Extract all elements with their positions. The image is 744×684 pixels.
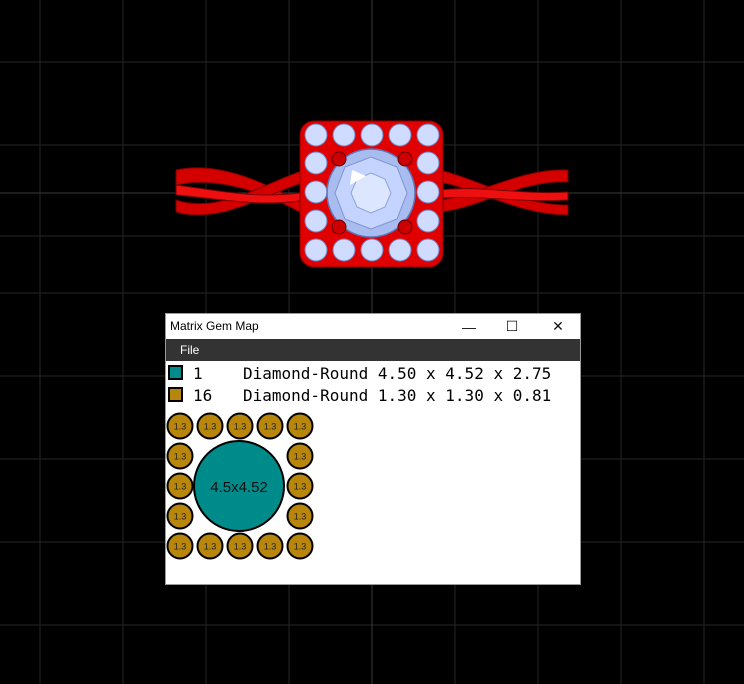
small-gem-label: 1.3 [264,422,277,432]
gem-swatch [168,387,183,402]
minimize-button[interactable]: — [446,314,492,339]
small-gem-label: 1.3 [174,422,187,432]
small-gem-label: 1.3 [264,542,277,552]
gem-swatch [168,365,183,380]
maximize-button[interactable]: ☐ [489,314,535,339]
small-gem-label: 1.3 [174,452,187,462]
gem-count: 1 [193,364,203,383]
gem-count: 16 [193,386,213,405]
small-gem-label: 1.3 [204,542,217,552]
gem-legend-row: 16 Diamond-Round 1.30 x 1.30 x 0.81 [166,386,580,406]
gem-map-diagram: 1.3 1.3 1.3 1.3 1.3 1.3 1.3 1.3 1.3 1.3 1.3 1.3 1.3 1… [166,412,314,560]
small-gem-label: 1.3 [204,422,217,432]
menu-file[interactable]: File [180,343,199,357]
small-gem-label: 1.3 [174,542,187,552]
window-title: Matrix Gem Map [170,319,259,333]
gem-description: Diamond-Round 4.50 x 4.52 x 2.75 [243,364,552,383]
small-gem-label: 1.3 [294,542,307,552]
small-gem-label: 1.3 [174,512,187,522]
gem-description: Diamond-Round 1.30 x 1.30 x 0.81 [243,386,552,405]
small-gem-label: 1.3 [294,512,307,522]
small-gem-label: 1.3 [294,482,307,492]
menu-bar: File [166,339,580,361]
gem-map-window: Matrix Gem Map — ☐ ✕ File 1 Diamond-Roun… [165,313,581,585]
small-gem-label: 1.3 [294,422,307,432]
center-gem-label: 4.5x4.52 [210,479,268,496]
gem-legend-row: 1 Diamond-Round 4.50 x 4.52 x 2.75 [166,364,580,384]
small-gem-label: 1.3 [234,542,247,552]
close-button[interactable]: ✕ [535,314,581,339]
small-gem-label: 1.3 [294,452,307,462]
small-gem-label: 1.3 [174,482,187,492]
title-bar[interactable]: Matrix Gem Map — ☐ ✕ [166,314,580,339]
small-gem-label: 1.3 [234,422,247,432]
